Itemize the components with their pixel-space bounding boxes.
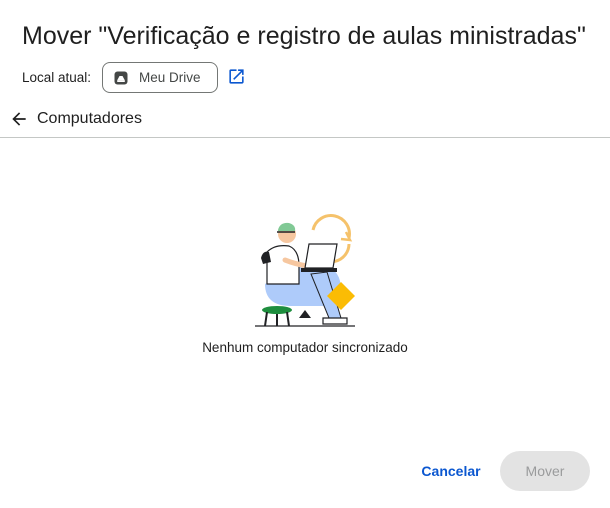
location-chip-label: Meu Drive [139,70,201,85]
empty-state-message: Nenhum computador sincronizado [202,340,408,355]
dialog-title: Mover "Verificação e registro de aulas m… [22,22,586,50]
move-dialog: Mover "Verificação e registro de aulas m… [0,0,610,508]
person-laptop-sync-illustration [255,214,355,327]
cancel-button[interactable]: Cancelar [410,452,492,490]
current-folder-title: Computadores [37,110,142,127]
folder-navigation-row: Computadores [0,104,610,138]
move-button[interactable]: Mover [500,451,590,491]
current-location-label: Local atual: [22,70,92,85]
drive-icon [114,71,128,85]
arrow-back-icon[interactable] [8,108,30,130]
current-location-chip[interactable]: Meu Drive [102,62,218,93]
open-in-new-icon[interactable] [226,66,246,86]
